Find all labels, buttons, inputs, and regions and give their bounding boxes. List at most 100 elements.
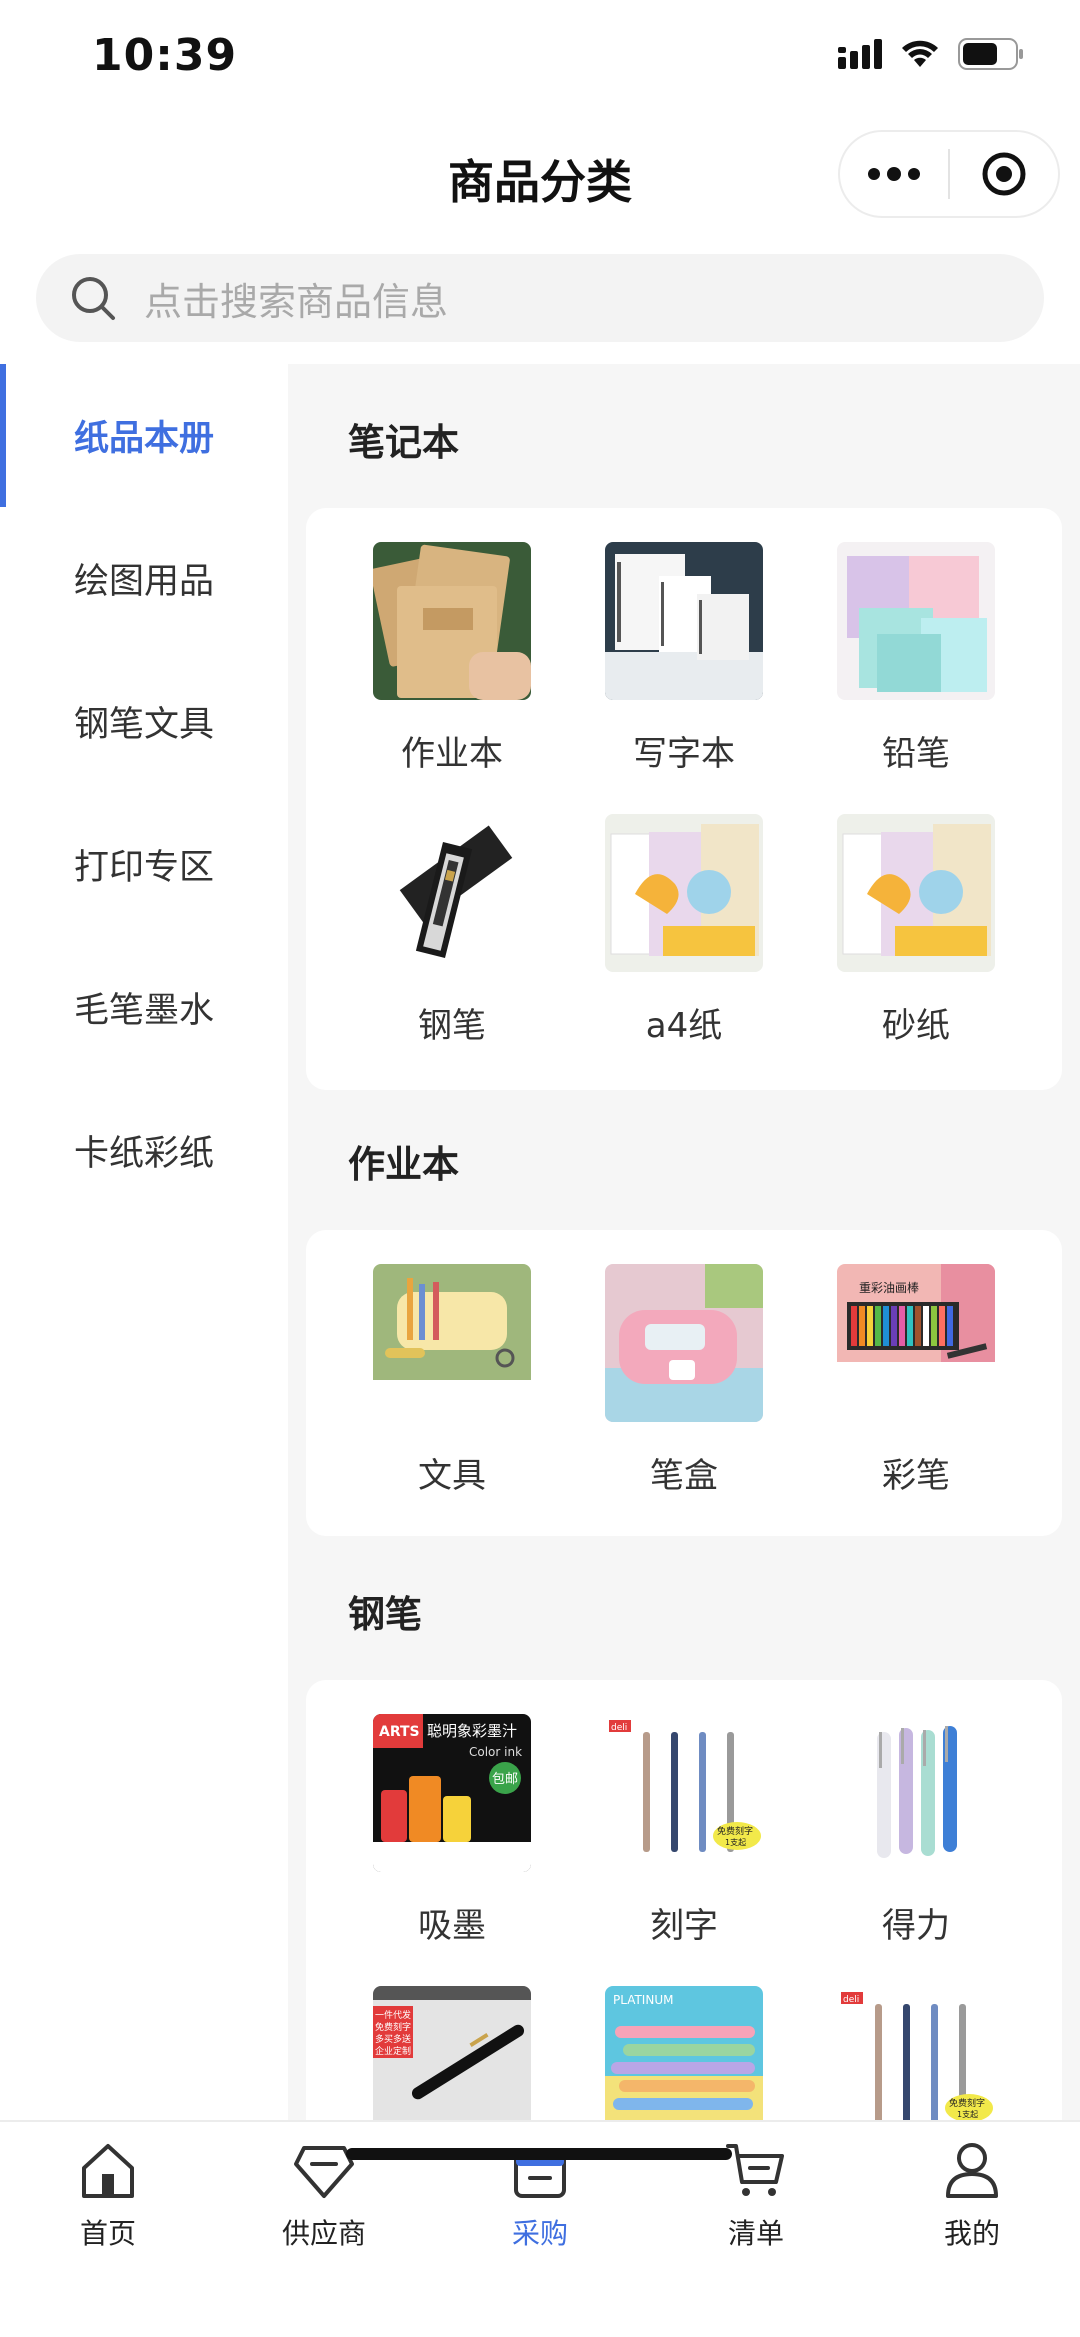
black-pen-image: 一件代发 免费刻字 多买多送 企业定制 (373, 1986, 531, 2120)
section-title: 笔记本 (348, 421, 459, 464)
oil-pastel-text: 重彩油画棒 (859, 1281, 919, 1295)
sidebar-item-label: 纸品本册 (73, 419, 214, 459)
sidebar-item-paper-notebooks[interactable]: 纸品本册 (0, 364, 288, 507)
section-title: 钢笔 (348, 1593, 422, 1636)
grid-item[interactable]: 钢笔 (362, 814, 542, 1047)
home-icon (82, 2144, 134, 2198)
gel-pens-image: deli 免费刻字 1支起 (605, 1714, 763, 1872)
grid-item[interactable]: ARTS 聪明象彩墨汁 Color ink 包邮 吸墨 (362, 1714, 542, 1947)
gel-pens-image: deli 免费刻字 1支起 (837, 1986, 995, 2120)
grid-item[interactable]: 重彩油画棒 彩笔 (826, 1264, 1006, 1497)
category-card: 文具 笔盒 重彩油画棒 彩笔 (306, 1230, 1062, 1536)
item-label: 砂纸 (882, 1006, 950, 1046)
paper-pack-image (605, 814, 763, 972)
battery-icon (958, 38, 1023, 70)
target-icon (982, 152, 1026, 196)
grid-item[interactable]: 一件代发 免费刻字 多买多送 企业定制 (362, 1986, 542, 2120)
engrave-tag-sub-text: 1支起 (725, 1837, 746, 1847)
sidebar-item-pens[interactable]: 钢笔文具 (0, 650, 288, 793)
tab-label: 供应商 (281, 2217, 366, 2250)
search-area: 点击搜索商品信息 (0, 236, 1080, 364)
grid-item[interactable]: 铅笔 (826, 542, 1006, 775)
category-sidebar: 纸品本册 绘图用品 钢笔文具 打印专区 毛笔墨水 卡纸彩纸 (0, 364, 288, 2120)
notebook-image (373, 542, 531, 700)
item-label: 作业本 (401, 734, 503, 774)
category-content: 笔记本 作业本 写字本 铅笔 钢笔 a4纸 砂纸 作业本 文具 笔盒 重彩油画棒… (288, 364, 1080, 2120)
engrave-tag-sub-text: 1支起 (957, 2109, 978, 2119)
grid-item[interactable]: 文具 (362, 1264, 542, 1497)
engrave-tag-text: 免费刻字 (949, 2097, 985, 2109)
sidebar-item-printing[interactable]: 打印专区 (0, 793, 288, 936)
sidebar-item-label: 钢笔文具 (73, 705, 214, 745)
sidebar-item-drawing[interactable]: 绘图用品 (0, 507, 288, 650)
status-icons (838, 38, 1024, 70)
promo-text-3: 多买多送 (375, 2033, 411, 2045)
paper-pack-image (837, 814, 995, 972)
promo-text-2: 免费刻字 (375, 2021, 411, 2033)
item-label: 铅笔 (882, 734, 950, 774)
grid-item[interactable]: deli 免费刻字 1支起 刻字 (594, 1714, 774, 1947)
engrave-tag-text: 免费刻字 (717, 1825, 753, 1837)
grid-item[interactable]: 砂纸 (826, 814, 1006, 1047)
item-label: 得力 (882, 1906, 950, 1946)
diamond-icon (294, 2146, 354, 2198)
fountain-pen-box-image (373, 814, 531, 972)
grid-item[interactable]: 笔盒 (594, 1264, 774, 1497)
tab-profile[interactable]: 我的 (902, 2138, 1042, 2252)
color-ink-sub-text: Color ink (469, 1745, 522, 1759)
status-time: 10:39 (92, 30, 238, 81)
sidebar-item-label: 卡纸彩纸 (73, 1134, 214, 1174)
user-icon (946, 2143, 998, 2198)
category-card: 作业本 写字本 铅笔 钢笔 a4纸 砂纸 (306, 508, 1062, 1090)
status-bar: 10:39 (0, 0, 1080, 118)
art-badge-text: ARTS (379, 1724, 420, 1740)
sidebar-item-label: 打印专区 (73, 848, 214, 888)
grid-item[interactable]: deli 免费刻字 1支起 (826, 1986, 1006, 2120)
grid-item[interactable]: 得力 (826, 1714, 1006, 1947)
tab-label: 清单 (727, 2217, 784, 2250)
item-label: 彩笔 (882, 1456, 950, 1496)
sidebar-item-cardstock[interactable]: 卡纸彩纸 (0, 1079, 288, 1222)
search-input[interactable]: 点击搜索商品信息 (36, 254, 1044, 342)
color-ink-image: ARTS 聪明象彩墨汁 Color ink 包邮 (373, 1714, 531, 1872)
tab-label: 首页 (79, 2217, 136, 2250)
grid-item[interactable]: a4纸 (594, 814, 774, 1047)
platinum-pens-image: PLATINUM (605, 1986, 763, 2120)
cart-icon (726, 2144, 784, 2196)
color-markers-image: 重彩油画棒 (837, 1264, 995, 1422)
header: 商品分类 (0, 118, 1080, 236)
item-label: 写字本 (633, 734, 735, 774)
pastel-pens-image (837, 1714, 995, 1872)
tab-label: 采购 (511, 2217, 568, 2250)
more-button[interactable] (840, 132, 948, 216)
home-indicator (346, 2148, 732, 2160)
pastel-booklets-image (837, 542, 995, 700)
sidebar-item-label: 毛笔墨水 (73, 991, 214, 1031)
grid-item[interactable]: PLATINUM (594, 1986, 774, 2120)
search-icon (72, 277, 115, 320)
color-ink-title-text: 聪明象彩墨汁 (427, 1722, 517, 1740)
close-program-button[interactable] (950, 132, 1058, 216)
item-label: a4纸 (645, 1006, 723, 1046)
stationery-set-image (373, 1264, 531, 1422)
mini-program-capsule (838, 130, 1060, 218)
item-label: 刻字 (650, 1906, 718, 1946)
sidebar-item-brush-ink[interactable]: 毛笔墨水 (0, 936, 288, 1079)
tab-home[interactable]: 首页 (38, 2138, 178, 2252)
category-card: ARTS 聪明象彩墨汁 Color ink 包邮 吸墨 deli 免费刻字 1支… (306, 1680, 1062, 2120)
spiral-notebook-image (605, 542, 763, 700)
grid-item[interactable]: 写字本 (594, 542, 774, 775)
sidebar-item-label: 绘图用品 (73, 562, 214, 602)
platinum-logo-text: PLATINUM (613, 1993, 673, 2007)
deli-logo-text: deli (611, 1723, 627, 1733)
item-label: 文具 (418, 1456, 486, 1496)
pencil-case-image (605, 1264, 763, 1422)
promo-text-1: 一件代发 (375, 2009, 411, 2021)
more-dots-icon (868, 167, 920, 181)
grid-item[interactable]: 作业本 (362, 542, 542, 775)
deli-logo-text: deli (843, 1995, 859, 2005)
wifi-icon (902, 40, 938, 67)
item-label: 笔盒 (650, 1456, 718, 1496)
item-label: 钢笔 (418, 1006, 486, 1046)
color-ink-badge-text: 包邮 (492, 1772, 518, 1787)
